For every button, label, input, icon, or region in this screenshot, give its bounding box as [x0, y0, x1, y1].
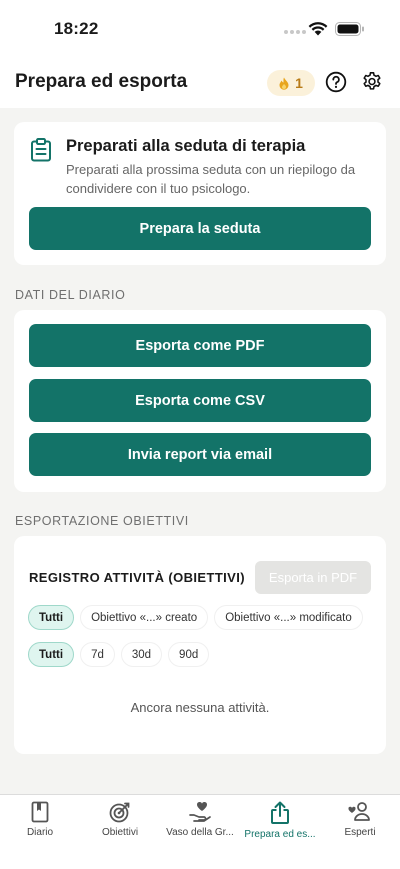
target-icon: [109, 802, 130, 823]
cellular-signal-icon: [284, 30, 306, 34]
prepare-session-button[interactable]: Prepara la seduta: [29, 207, 371, 250]
export-csv-button[interactable]: Esporta come CSV: [29, 379, 371, 422]
tab-bar: Diario Obiettivi Vaso della Gr... Prepar…: [0, 794, 400, 869]
range-chip-all[interactable]: Tutti: [28, 642, 75, 667]
filter-chip-all-types[interactable]: Tutti: [28, 605, 75, 630]
tab-label: Obiettivi: [101, 827, 139, 838]
status-bar: 18:22: [0, 0, 400, 58]
tab-diary[interactable]: Diario: [0, 801, 80, 845]
streak-count: 1: [295, 75, 303, 91]
people-icon: [348, 802, 370, 821]
page-title: Prepara ed esporta: [15, 71, 188, 92]
prepare-card-title: Preparati alla seduta di terapia: [66, 137, 306, 155]
range-chip-7d[interactable]: 7d: [80, 642, 115, 667]
heart-hand-icon: [189, 802, 211, 822]
tab-label: Diario: [26, 827, 54, 838]
app-header: Prepara ed esporta 1: [0, 58, 400, 108]
tab-goals[interactable]: Obiettivi: [80, 801, 160, 845]
diary-section-label: DATI DEL DIARIO: [15, 288, 126, 302]
clipboard-icon: [31, 138, 51, 162]
type-filter-row: Tutti Obiettivo «...» creato Obiettivo «…: [28, 605, 363, 630]
share-icon: [271, 801, 289, 824]
gear-icon[interactable]: [361, 71, 383, 93]
diary-export-card: Esporta come PDF Esporta come CSV Invia …: [14, 310, 386, 492]
streak-badge[interactable]: 1: [267, 70, 315, 96]
range-filter-row: Tutti 7d 30d 90d: [28, 642, 210, 667]
tab-label: Vaso della Gr...: [166, 827, 234, 838]
email-report-button[interactable]: Invia report via email: [29, 433, 371, 476]
help-icon[interactable]: [325, 71, 347, 93]
export-goals-pdf-button[interactable]: Esporta in PDF: [255, 561, 371, 594]
flame-icon: [279, 77, 289, 90]
battery-icon: [335, 22, 364, 36]
status-time: 18:22: [54, 19, 99, 38]
goals-export-card: REGISTRO ATTIVITÀ (OBIETTIVI) Esporta in…: [14, 536, 386, 754]
goals-section-label: ESPORTAZIONE OBIETTIVI: [15, 514, 189, 528]
tab-gratitude-jar[interactable]: Vaso della Gr...: [160, 801, 240, 845]
book-icon: [31, 801, 49, 823]
range-chip-30d[interactable]: 30d: [120, 642, 163, 667]
prepare-card-description: Preparati alla prossima seduta con un ri…: [66, 162, 356, 196]
tab-label: Esperti: [344, 827, 376, 838]
range-chip-90d[interactable]: 90d: [168, 642, 210, 667]
filter-chip-goal-modified[interactable]: Obiettivo «...» modificato: [214, 605, 363, 630]
filter-chip-goal-created[interactable]: Obiettivo «...» creato: [80, 605, 209, 630]
empty-state-text: Ancora nessuna attività.: [130, 700, 270, 715]
tab-prepare-export[interactable]: Prepara ed es...: [240, 801, 320, 845]
export-pdf-button[interactable]: Esporta come PDF: [29, 324, 371, 367]
wifi-icon: [308, 22, 328, 36]
prepare-session-card: Preparati alla seduta di terapia Prepara…: [14, 122, 386, 265]
activity-log-title: REGISTRO ATTIVITÀ (OBIETTIVI): [29, 570, 245, 585]
tab-label: Prepara ed es...: [244, 829, 316, 840]
tab-experts[interactable]: Esperti: [320, 801, 400, 845]
